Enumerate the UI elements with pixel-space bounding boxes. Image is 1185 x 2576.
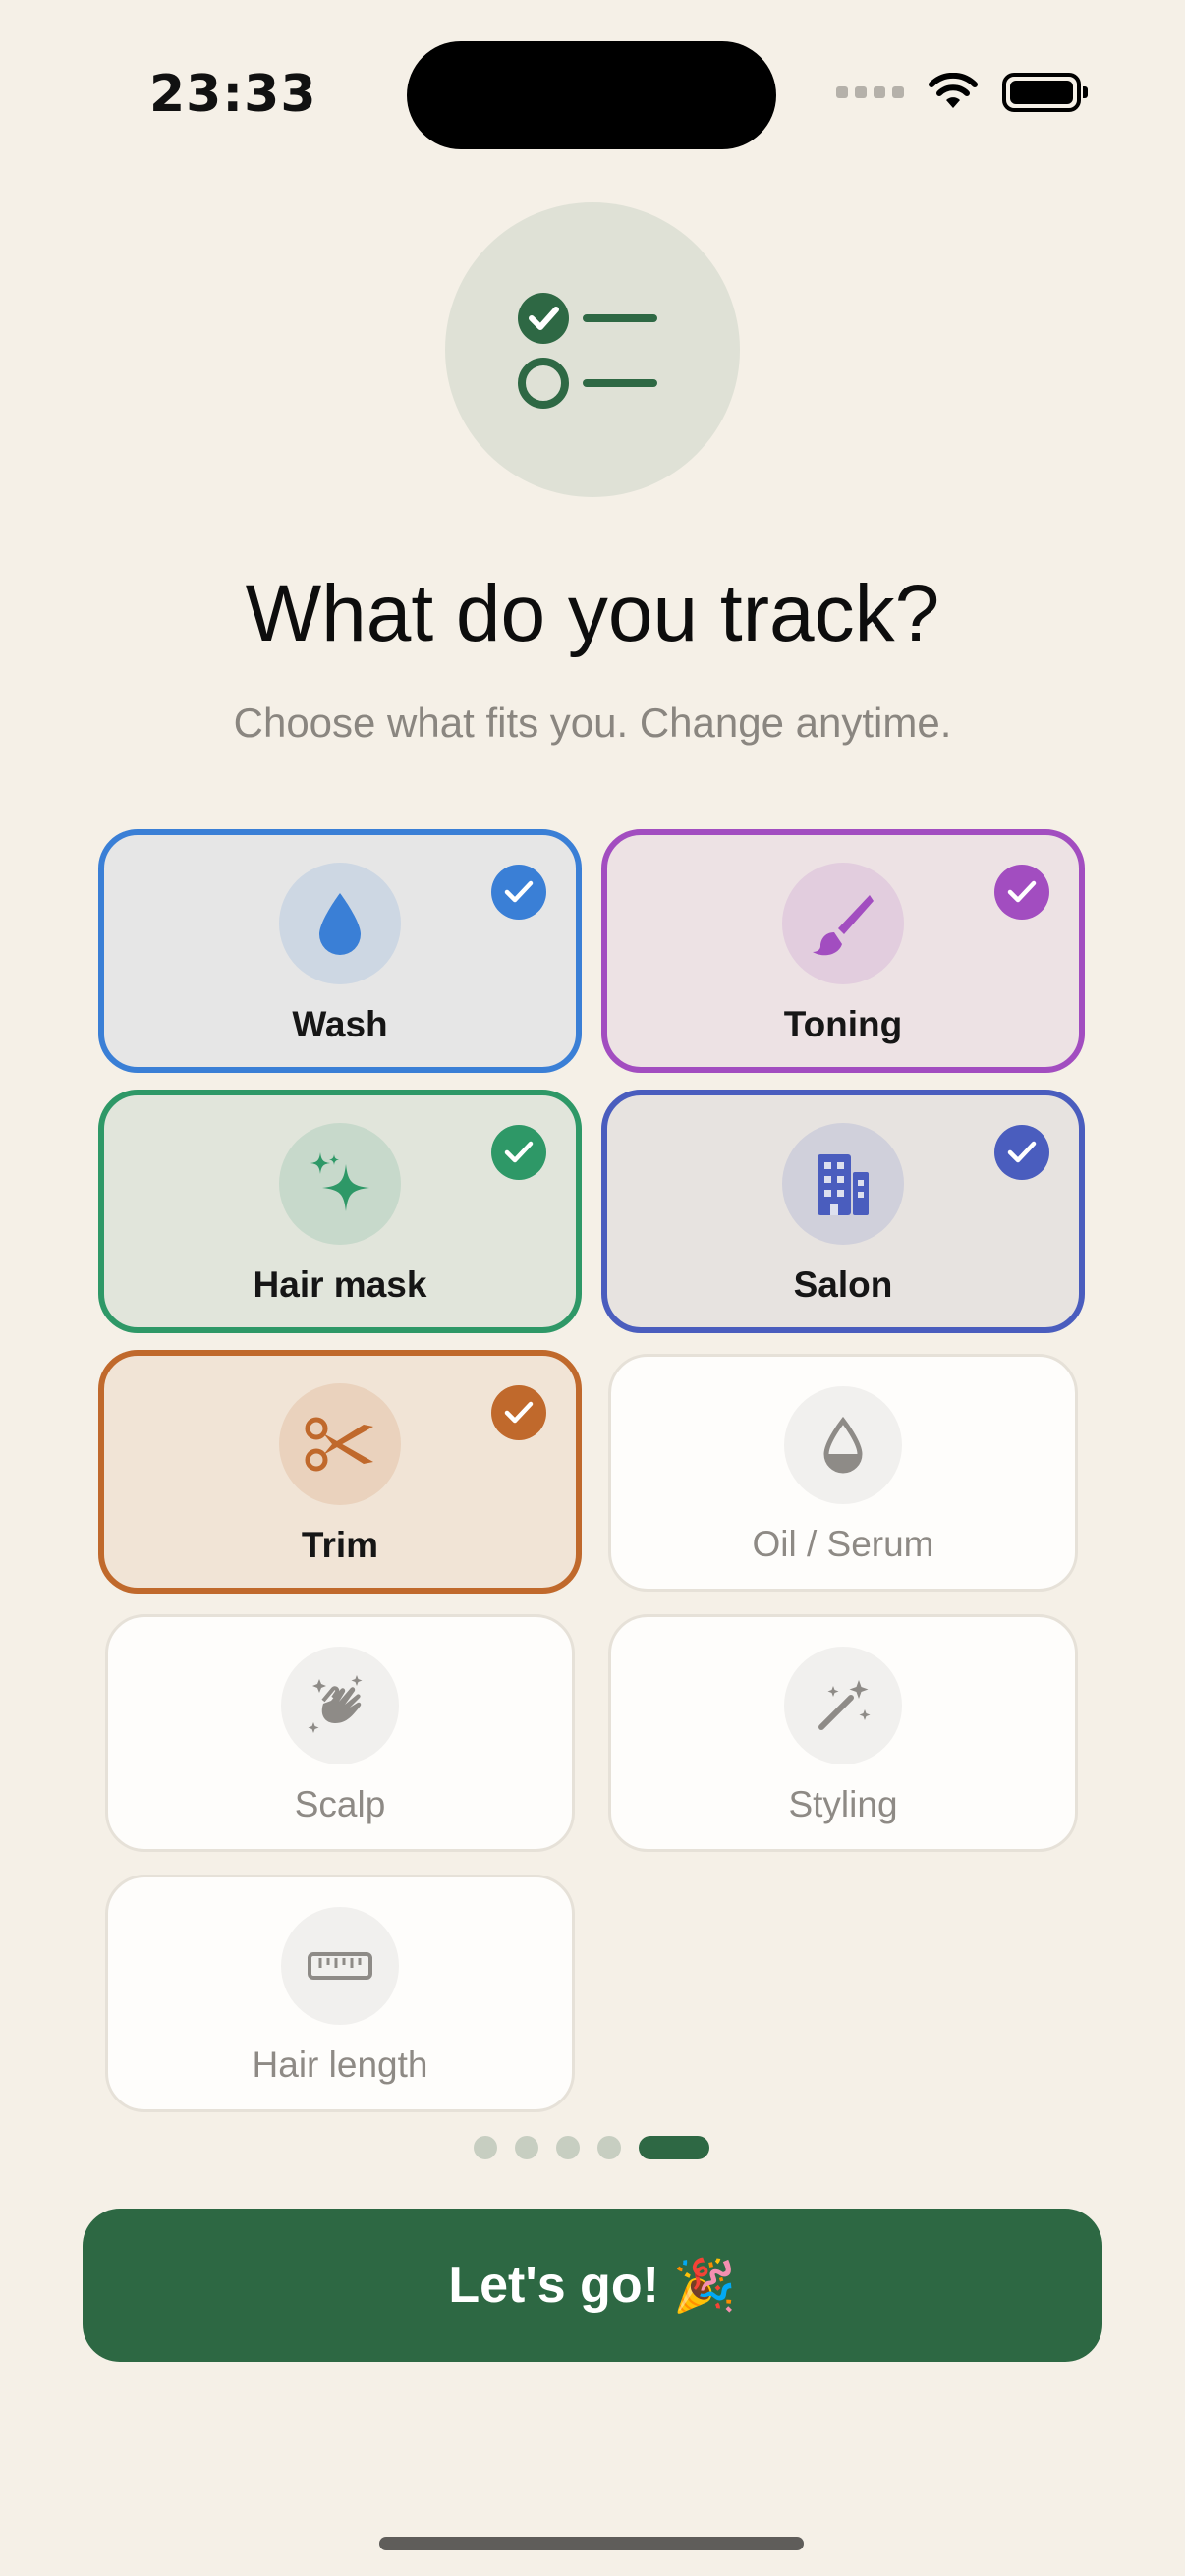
page-dot-active: [639, 2136, 709, 2159]
option-card-hair-length[interactable]: Hair length: [105, 1875, 575, 2112]
checkmark-icon: [994, 865, 1049, 920]
option-label: Oil / Serum: [752, 1524, 934, 1564]
scissors-icon: [303, 1415, 377, 1474]
option-icon-circle: [279, 863, 401, 984]
hands-sparkle-icon: [306, 1671, 374, 1740]
option-card-styling[interactable]: Styling: [608, 1614, 1078, 1852]
option-icon-circle: [784, 1386, 902, 1504]
page-dot: [556, 2136, 580, 2159]
water-drop-icon: [313, 889, 367, 958]
option-icon-circle: [281, 1647, 399, 1764]
checkmark-icon: [491, 865, 546, 920]
cellular-signal-icon: [836, 86, 904, 98]
page-dot: [515, 2136, 538, 2159]
lets-go-button[interactable]: Let's go! 🎉: [83, 2209, 1102, 2362]
option-card-toning[interactable]: Toning: [601, 829, 1085, 1073]
option-icon-circle: [279, 1383, 401, 1505]
page-dot: [597, 2136, 621, 2159]
dynamic-island: [407, 41, 776, 149]
oil-drop-icon: [821, 1417, 865, 1474]
option-card-trim[interactable]: Trim: [98, 1350, 582, 1594]
checkmark-icon: [491, 1125, 546, 1180]
option-card-scalp[interactable]: Scalp: [105, 1614, 575, 1852]
option-card-wash[interactable]: Wash: [98, 829, 582, 1073]
checklist-hero: [445, 202, 740, 497]
party-popper-icon: 🎉: [672, 2257, 737, 2315]
option-label: Styling: [788, 1784, 898, 1824]
status-time: 23:33: [149, 65, 317, 124]
option-icon-circle: [281, 1907, 399, 2025]
magic-wand-icon: [812, 1674, 875, 1737]
battery-icon: [1002, 73, 1088, 112]
option-label: Salon: [793, 1264, 893, 1305]
option-icon-circle: [782, 863, 904, 984]
status-icons: [836, 73, 1088, 112]
option-icon-circle: [784, 1647, 902, 1764]
option-label: Toning: [783, 1004, 903, 1044]
checkmark-icon: [994, 1125, 1049, 1180]
option-card-salon[interactable]: Salon: [601, 1090, 1085, 1333]
option-label: Trim: [301, 1525, 379, 1565]
page-dot: [474, 2136, 497, 2159]
page-indicator: [474, 2136, 709, 2159]
page-title: What do you track?: [245, 569, 940, 658]
page-subtitle: Choose what fits you. Change anytime.: [233, 700, 952, 746]
option-card-oil-serum[interactable]: Oil / Serum: [608, 1354, 1078, 1592]
option-label: Wash: [292, 1004, 388, 1044]
option-icon-circle: [782, 1123, 904, 1245]
building-icon: [814, 1150, 873, 1217]
cta-label: Let's go!: [448, 2257, 659, 2314]
option-label: Hair length: [252, 2044, 428, 2085]
paintbrush-icon: [809, 889, 877, 958]
sparkles-icon: [305, 1148, 375, 1219]
checkmark-icon: [491, 1385, 546, 1440]
option-label: Scalp: [294, 1784, 386, 1824]
option-label: Hair mask: [253, 1264, 427, 1305]
option-card-hair-mask[interactable]: Hair mask: [98, 1090, 582, 1333]
ruler-icon: [307, 1948, 373, 1984]
home-indicator[interactable]: [379, 2537, 804, 2550]
wifi-icon: [929, 73, 978, 108]
option-icon-circle: [279, 1123, 401, 1245]
checklist-icon: [518, 293, 657, 409]
